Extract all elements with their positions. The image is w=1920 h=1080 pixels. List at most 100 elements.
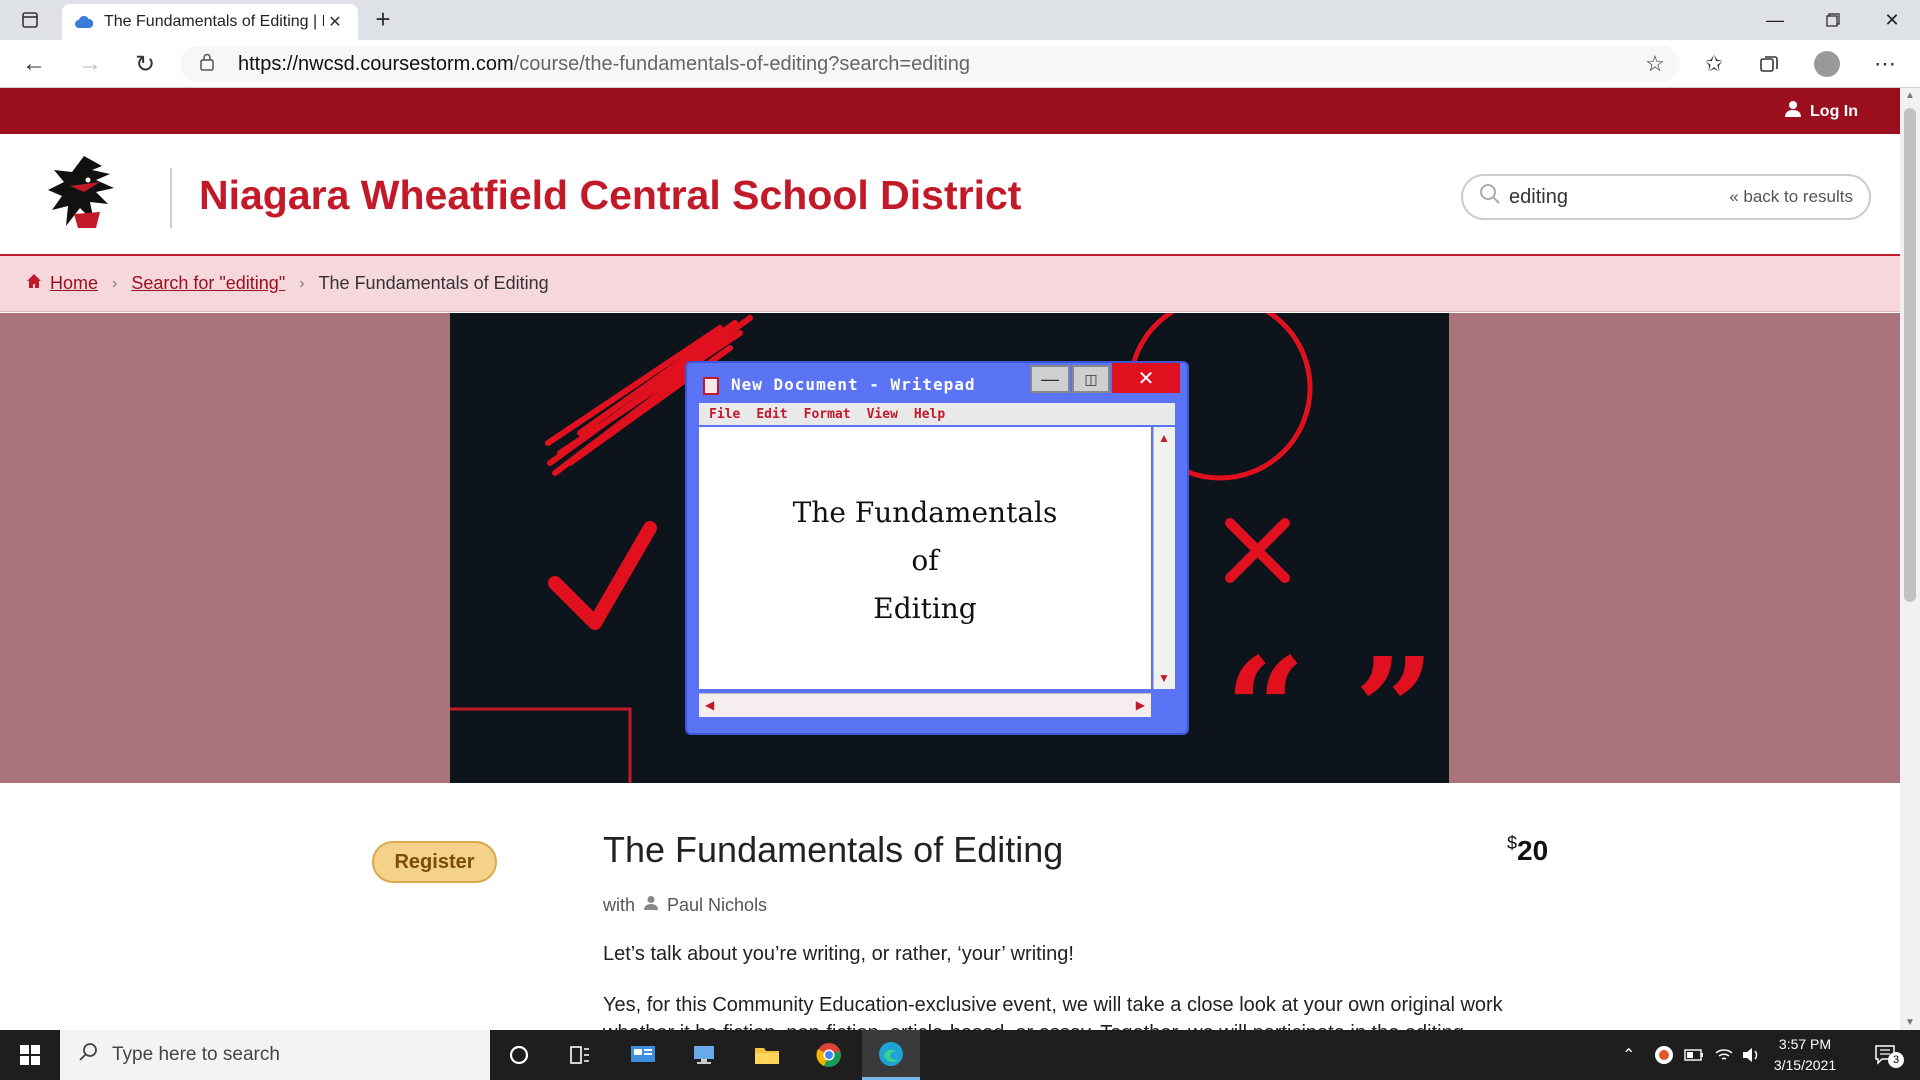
- falcon-logo[interactable]: [44, 152, 124, 242]
- writepad-document-area: The Fundamentals of Editing: [699, 427, 1151, 689]
- writepad-menu-help: Help: [913, 406, 946, 422]
- windows-start-icon[interactable]: [0, 1030, 60, 1080]
- forward-arrow-icon[interactable]: →: [72, 48, 108, 80]
- register-button[interactable]: Register: [372, 841, 497, 883]
- more-menu-icon[interactable]: ⋯: [1870, 50, 1900, 78]
- breadcrumb-current: The Fundamentals of Editing: [318, 273, 549, 293]
- cortana-icon[interactable]: [490, 1030, 548, 1080]
- favorites-icon[interactable]: ✩: [1699, 50, 1729, 78]
- instructor-name[interactable]: Paul Nichols: [667, 895, 767, 916]
- login-link[interactable]: Log In: [1784, 100, 1858, 123]
- url-path: /course/the-fundamentals-of-editing?sear…: [513, 52, 971, 75]
- writepad-menu-file: File: [709, 406, 741, 422]
- lock-icon[interactable]: [200, 53, 222, 76]
- scroll-down-icon[interactable]: ▼: [1905, 1017, 1915, 1028]
- course-title: The Fundamentals of Editing: [603, 829, 1064, 870]
- course-description-body: Yes, for this Community Education-exclus…: [603, 994, 1503, 1030]
- profile-avatar-icon[interactable]: [1812, 50, 1842, 78]
- network-computer-icon[interactable]: [676, 1030, 734, 1080]
- instructor-icon: [643, 895, 659, 916]
- home-icon[interactable]: [26, 273, 42, 294]
- course-price: $20: [1507, 833, 1549, 867]
- battery-icon[interactable]: [1684, 1030, 1704, 1080]
- notification-count: 3: [1888, 1052, 1904, 1068]
- minimize-window-icon[interactable]: —: [1747, 0, 1803, 40]
- wifi-icon[interactable]: [1714, 1030, 1734, 1080]
- search-input[interactable]: [1509, 185, 1709, 209]
- writepad-minimize-icon: —: [1030, 365, 1070, 393]
- browser-tab-bar: The Fundamentals of Editing | Ni ✕ + — ✕: [0, 0, 1920, 40]
- tray-app-icon[interactable]: [1654, 1030, 1674, 1080]
- top-utility-bar: Log In: [0, 88, 1900, 134]
- clock-time: 3:57 PM: [1778, 1036, 1832, 1052]
- site-header: Niagara Wheatfield Central School Distri…: [0, 134, 1900, 256]
- with-label: with: [603, 895, 636, 915]
- scroll-right-triangle-icon: ▶: [1135, 698, 1145, 712]
- restore-window-icon[interactable]: [1805, 0, 1861, 40]
- writepad-maximize-icon: ◫: [1072, 365, 1110, 393]
- file-explorer-icon[interactable]: [738, 1030, 796, 1080]
- breadcrumb-chevron-icon: ›: [112, 274, 118, 292]
- document-line-2: of: [911, 544, 939, 577]
- windows-taskbar: Type here to search ⌃ 3:57 PM 3/15/2021 …: [0, 1030, 1920, 1080]
- url-host: https://nwcsd.coursestorm.com: [238, 52, 514, 75]
- writepad-menu-format: Format: [803, 406, 851, 422]
- control-panel-icon[interactable]: [614, 1030, 672, 1080]
- price-amount: 20: [1517, 835, 1549, 866]
- red-line-graphic: [450, 707, 632, 783]
- user-icon: [1784, 100, 1802, 123]
- writepad-window: New Document - Writepad — ◫ ✕ File Edit …: [687, 363, 1187, 733]
- document-icon: [703, 377, 719, 395]
- new-tab-icon[interactable]: +: [368, 6, 398, 34]
- course-banner-image: “ ” New Document - Writepad — ◫ ✕ File E…: [450, 313, 1449, 783]
- cloud-favicon-icon: [74, 12, 94, 32]
- web-page: Log In Niagara Wheatfield Central School…: [0, 88, 1900, 1030]
- back-to-results-link[interactable]: « back to results: [1729, 187, 1853, 207]
- tray-chevron-icon[interactable]: ⌃: [1622, 1030, 1635, 1080]
- document-line-3: Editing: [873, 592, 977, 625]
- course-details: Register The Fundamentals of Editing $20…: [0, 783, 1900, 1030]
- page-scrollbar[interactable]: ▲ ▼: [1900, 88, 1920, 1030]
- chrome-icon[interactable]: [800, 1030, 858, 1080]
- course-hero: “ ” New Document - Writepad — ◫ ✕ File E…: [0, 313, 1900, 783]
- tab-title: The Fundamentals of Editing | Ni: [104, 13, 324, 30]
- scroll-up-icon[interactable]: ▲: [1905, 90, 1915, 101]
- volume-icon[interactable]: [1742, 1030, 1760, 1080]
- address-bar-row: ← → ↻ https://nwcsd.coursestorm.com/cour…: [0, 40, 1920, 88]
- scrollbar-thumb[interactable]: [1904, 108, 1916, 602]
- back-arrow-icon[interactable]: ←: [16, 48, 52, 80]
- tab-actions-icon[interactable]: [10, 6, 50, 34]
- search-icon[interactable]: [1479, 183, 1501, 211]
- writepad-title: New Document - Writepad: [731, 375, 976, 394]
- taskbar-search-placeholder: Type here to search: [112, 1044, 280, 1065]
- task-view-icon[interactable]: [551, 1030, 609, 1080]
- taskbar-clock[interactable]: 3:57 PM 3/15/2021: [1762, 1034, 1848, 1076]
- red-checkmark-graphic: [548, 521, 657, 630]
- course-search: « back to results: [1461, 174, 1871, 220]
- instructor-line: with Paul Nichols: [603, 895, 767, 916]
- breadcrumb-chevron-icon: ›: [299, 274, 305, 292]
- price-currency: $: [1507, 833, 1518, 853]
- scroll-up-triangle-icon: ▲: [1158, 431, 1170, 445]
- browser-tab-active[interactable]: The Fundamentals of Editing | Ni ✕: [62, 4, 358, 40]
- scroll-down-triangle-icon: ▼: [1158, 671, 1170, 685]
- url-field[interactable]: https://nwcsd.coursestorm.com/course/the…: [180, 46, 1680, 82]
- scroll-left-triangle-icon: ◀: [705, 698, 715, 712]
- writepad-menubar: File Edit Format View Help: [699, 403, 1175, 425]
- site-title[interactable]: Niagara Wheatfield Central School Distri…: [199, 172, 1021, 219]
- edge-icon[interactable]: [862, 1030, 920, 1080]
- writepad-close-icon: ✕: [1112, 363, 1180, 393]
- refresh-icon[interactable]: ↻: [127, 48, 163, 80]
- breadcrumb-home-link[interactable]: Home: [50, 273, 98, 294]
- writepad-hscroll: ◀ ▶: [699, 693, 1151, 717]
- taskbar-search-box[interactable]: Type here to search: [60, 1030, 490, 1080]
- notifications-icon[interactable]: 3: [1866, 1030, 1906, 1080]
- breadcrumb: Home › Search for "editing" › The Fundam…: [0, 256, 1900, 312]
- writepad-vscroll: ▲ ▼: [1153, 427, 1175, 689]
- add-favorite-icon[interactable]: ☆: [1640, 50, 1670, 78]
- close-tab-icon[interactable]: ✕: [324, 12, 346, 32]
- login-label: Log In: [1810, 102, 1858, 120]
- breadcrumb-search-link[interactable]: Search for "editing": [131, 273, 285, 294]
- collections-icon[interactable]: [1754, 50, 1784, 78]
- close-window-icon[interactable]: ✕: [1864, 0, 1920, 40]
